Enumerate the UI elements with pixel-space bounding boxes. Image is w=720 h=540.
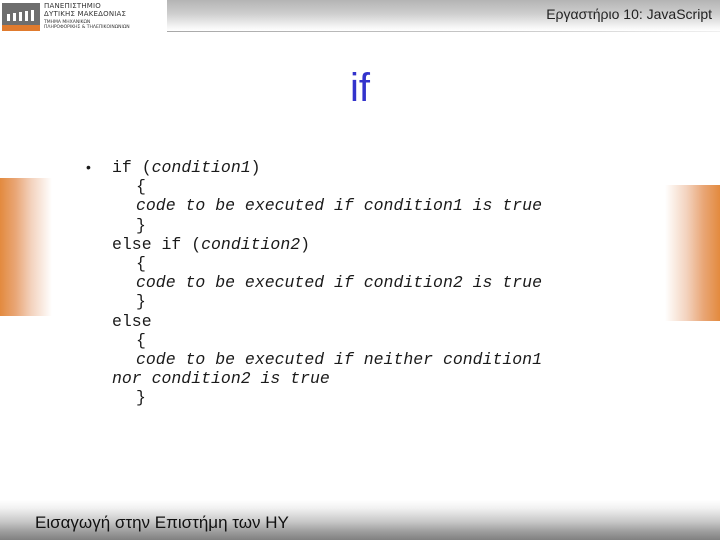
code-keyword: else if ( [112,234,202,254]
bullet-icon: • [86,159,91,175]
right-accent-bar [665,185,720,321]
code-line: code to be executed if neither condition… [136,349,542,369]
code-line: { [136,177,146,197]
code-line: code to be executed if condition2 is tru… [136,273,542,293]
logo-text: ΠΑΝΕΠΙΣΤΗΜΙΟ ΔΥΤΙΚΗΣ ΜΑΚΕΔΟΝΙΑΣ ΤΜΗΜΑ ΜΗ… [44,3,130,31]
left-accent-bar [0,178,52,316]
code-line: nor condition2 is true [112,369,330,389]
code-condition: condition1 [151,158,251,177]
header-title: Εργαστήριο 10: JavaScript [546,6,712,22]
logo-line-4: ΠΛΗΡΟΦΟΡΙΚΗΣ & ΤΗΛΕΠΙΚΟΙΝΩΝΙΩΝ [44,25,130,30]
code-punct: ) [250,158,261,177]
code-line: { [136,330,146,350]
code-line: else [112,311,152,331]
code-line: } [136,388,146,408]
code-line: code to be executed if condition1 is tru… [136,196,542,216]
code-line: { [136,253,146,273]
slide-title: if [350,66,370,110]
code-punct: ) [300,234,311,254]
university-logo: ΠΑΝΕΠΙΣΤΗΜΙΟ ΔΥΤΙΚΗΣ ΜΑΚΕΔΟΝΙΑΣ ΤΜΗΜΑ ΜΗ… [0,0,167,32]
code-condition: condition2 [201,234,301,254]
footer-course-title: Εισαγωγή στην Επιστήμη των HY [35,513,289,532]
code-example: • if (condition1) { code to be executed i… [86,158,542,407]
code-line: } [136,292,146,312]
code-line: • if (condition1) [86,158,542,177]
header-divider [167,31,720,32]
code-line: else if (condition2) [86,235,542,254]
logo-emblem-icon [2,3,40,31]
code-keyword: if ( [112,158,152,177]
code-line: } [136,215,146,235]
